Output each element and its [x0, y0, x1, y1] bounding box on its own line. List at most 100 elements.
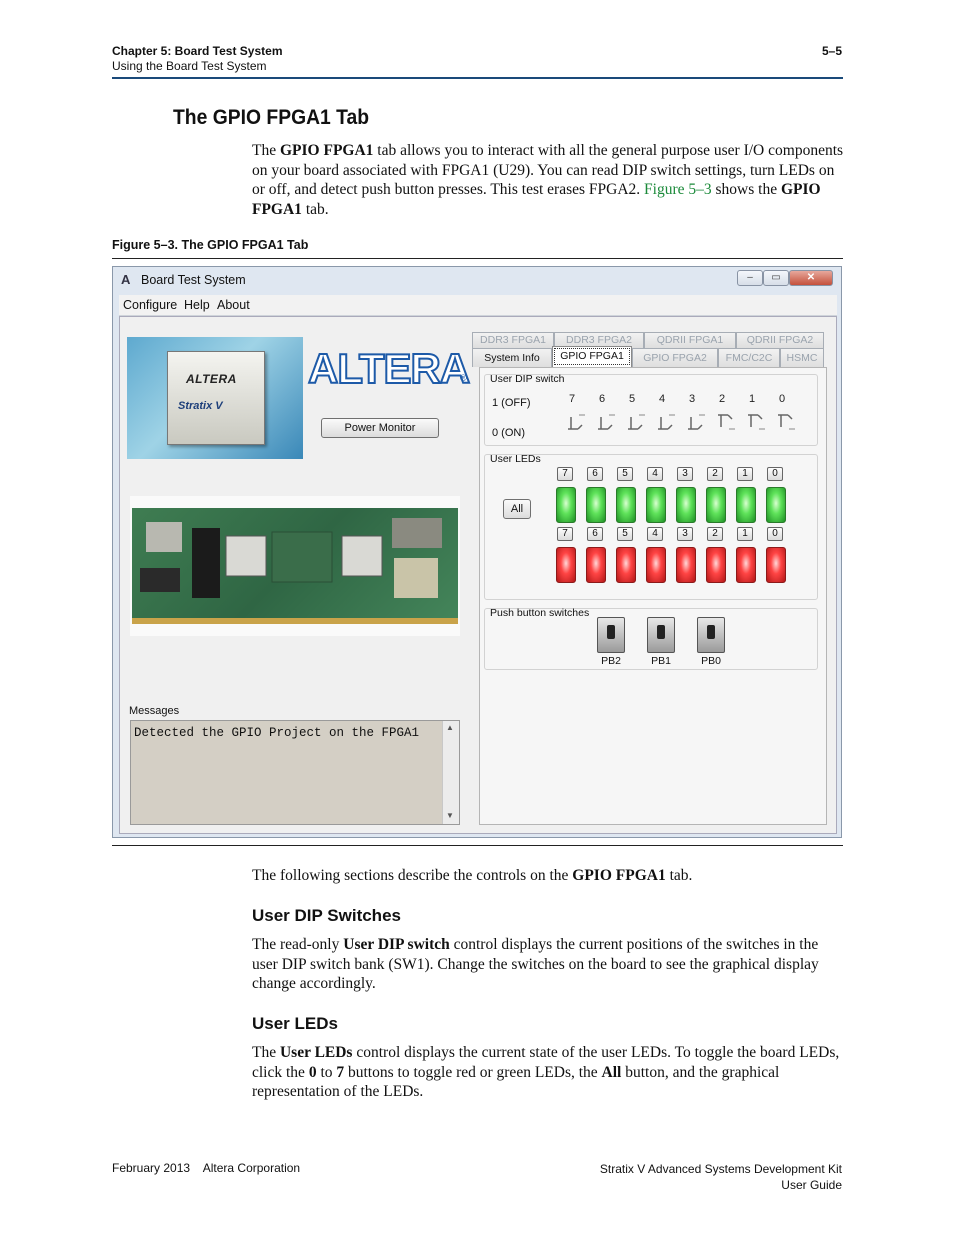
- scroll-down-icon[interactable]: ▼: [446, 811, 454, 820]
- dip-switch-group: User DIP switch 1 (OFF) 0 (ON) 7 6 5 4 3 2 1 0: [484, 373, 818, 446]
- menu-configure[interactable]: Configure: [123, 298, 177, 312]
- green-led-1[interactable]: [736, 487, 756, 523]
- push-button-label: PB2: [601, 655, 621, 667]
- maximize-button[interactable]: ▭: [763, 270, 789, 286]
- push-button-label: Push button switches: [490, 607, 590, 619]
- chip-package: ALTERA Stratix V: [167, 351, 265, 445]
- red-led-6[interactable]: [586, 547, 606, 583]
- tab-gpio-fpga2[interactable]: GPIO FPGA2: [632, 348, 718, 367]
- text-run: shows the: [711, 181, 781, 198]
- green-led-button-1[interactable]: 1: [737, 467, 753, 481]
- close-button[interactable]: ✕: [789, 270, 833, 286]
- green-led-button-0[interactable]: 0: [767, 467, 783, 481]
- menu-bar: Configure Help About: [119, 295, 837, 316]
- footer-kit-name: Stratix V Advanced Systems Development K…: [599, 1162, 842, 1176]
- push-button-cap-icon: [707, 625, 715, 639]
- bold-run: User LEDs: [279, 1044, 353, 1061]
- all-leds-button[interactable]: All: [503, 499, 531, 519]
- dip-switch-number: 7: [569, 393, 576, 405]
- red-led-5[interactable]: [616, 547, 636, 583]
- text-run: The: [252, 1044, 280, 1061]
- green-led-2[interactable]: [706, 487, 726, 523]
- red-led-button-6[interactable]: 6: [587, 527, 603, 541]
- green-led-5[interactable]: [616, 487, 636, 523]
- red-led-button-2[interactable]: 2: [707, 527, 723, 541]
- message-line: Detected the GPIO Project on the FPGA1: [134, 726, 420, 740]
- red-led-button-4[interactable]: 4: [647, 527, 663, 541]
- push-button-pb0: [697, 617, 725, 653]
- figure-rule-top: [112, 258, 843, 259]
- messages-scrollbar[interactable]: ▲ ▼: [442, 721, 459, 824]
- green-led-6[interactable]: [586, 487, 606, 523]
- page-number: 5–5: [821, 44, 842, 58]
- green-led-button-2[interactable]: 2: [707, 467, 723, 481]
- header-rule: [112, 77, 843, 79]
- dip-switch-number: 0: [779, 393, 786, 405]
- green-led-button-6[interactable]: 6: [587, 467, 603, 481]
- green-led-0[interactable]: [766, 487, 786, 523]
- red-led-button-5[interactable]: 5: [617, 527, 633, 541]
- window-title: Board Test System: [141, 273, 246, 287]
- window-titlebar[interactable]: A Board Test System – ▭ ✕: [113, 267, 841, 293]
- red-led-2[interactable]: [706, 547, 726, 583]
- maximize-icon: ▭: [771, 272, 781, 283]
- chip-family-logo: Stratix V: [178, 400, 223, 412]
- tab-ddr3-fpga1[interactable]: DDR3 FPGA1: [472, 332, 554, 348]
- dip-switch-number: 1: [749, 393, 756, 405]
- dip-switch-4-icon: [658, 414, 675, 430]
- green-led-button-7[interactable]: 7: [557, 467, 573, 481]
- red-led-button-1[interactable]: 1: [737, 527, 753, 541]
- gpio-fpga1-panel: User DIP switch 1 (OFF) 0 (ON) 76543210 …: [479, 367, 827, 825]
- intro-paragraph: The GPIO FPGA1 tab allows you to interac…: [252, 141, 844, 219]
- minimize-button[interactable]: –: [737, 270, 763, 286]
- red-led-button-0[interactable]: 0: [767, 527, 783, 541]
- red-led-0[interactable]: [766, 547, 786, 583]
- messages-label: Messages: [129, 705, 180, 717]
- tab-hsmc[interactable]: HSMC: [780, 348, 824, 367]
- menu-help[interactable]: Help: [184, 298, 210, 312]
- power-monitor-button[interactable]: Power Monitor: [321, 418, 439, 438]
- footer-right: Stratix V Advanced Systems Development K…: [600, 1161, 842, 1193]
- bold-run: User DIP switch: [343, 936, 450, 953]
- tab-fmc-c2c[interactable]: FMC/C2C: [718, 348, 780, 367]
- tab-gpio-fpga1[interactable]: GPIO FPGA1: [552, 346, 632, 367]
- red-led-4[interactable]: [646, 547, 666, 583]
- red-led-button-3[interactable]: 3: [677, 527, 693, 541]
- dip-switch-number: 6: [599, 393, 606, 405]
- dip-switch-5-icon: [628, 414, 645, 430]
- scroll-up-icon[interactable]: ▲: [446, 723, 454, 732]
- text-run: The read-only: [252, 936, 344, 953]
- bold-run: All: [601, 1063, 622, 1081]
- board-photo: [130, 496, 460, 636]
- text-run: to: [316, 1063, 337, 1081]
- green-led-button-3[interactable]: 3: [677, 467, 693, 481]
- green-led-4[interactable]: [646, 487, 666, 523]
- running-header-chapter: Chapter 5: Board Test System: [112, 44, 283, 58]
- green-led-button-4[interactable]: 4: [647, 467, 663, 481]
- tab-system-info[interactable]: System Info: [472, 348, 552, 367]
- push-button-pb1: [647, 617, 675, 653]
- pcb-components-graphic: [140, 518, 442, 598]
- app-icon: A: [121, 272, 131, 287]
- red-led-1[interactable]: [736, 547, 756, 583]
- dip-switch-number: 5: [629, 393, 636, 405]
- green-led-button-5[interactable]: 5: [617, 467, 633, 481]
- messages-box[interactable]: Detected the GPIO Project on the FPGA1 ▲…: [130, 720, 460, 825]
- dip-switch-2-icon: [718, 414, 735, 430]
- green-led-7[interactable]: [556, 487, 576, 523]
- text-run: tab.: [301, 200, 329, 218]
- dip-switch-6-icon: [598, 414, 615, 430]
- red-led-button-7[interactable]: 7: [557, 527, 573, 541]
- menu-about[interactable]: About: [217, 298, 250, 312]
- tab-qdrii-fpga2[interactable]: QDRII FPGA2: [736, 332, 824, 348]
- red-led-7[interactable]: [556, 547, 576, 583]
- figure-link[interactable]: Figure 5–3: [644, 181, 712, 198]
- figure-caption: Figure 5–3. The GPIO FPGA1 Tab: [112, 238, 309, 252]
- tab-qdrii-fpga1[interactable]: QDRII FPGA1: [644, 332, 736, 348]
- red-led-3[interactable]: [676, 547, 696, 583]
- dip-off-label: 1 (OFF): [492, 397, 531, 409]
- green-led-3[interactable]: [676, 487, 696, 523]
- altera-logo: ALTERA: [307, 344, 471, 393]
- stratix-chip-image: ALTERA Stratix V: [127, 337, 303, 459]
- section-title-leds: User LEDs: [252, 1014, 338, 1033]
